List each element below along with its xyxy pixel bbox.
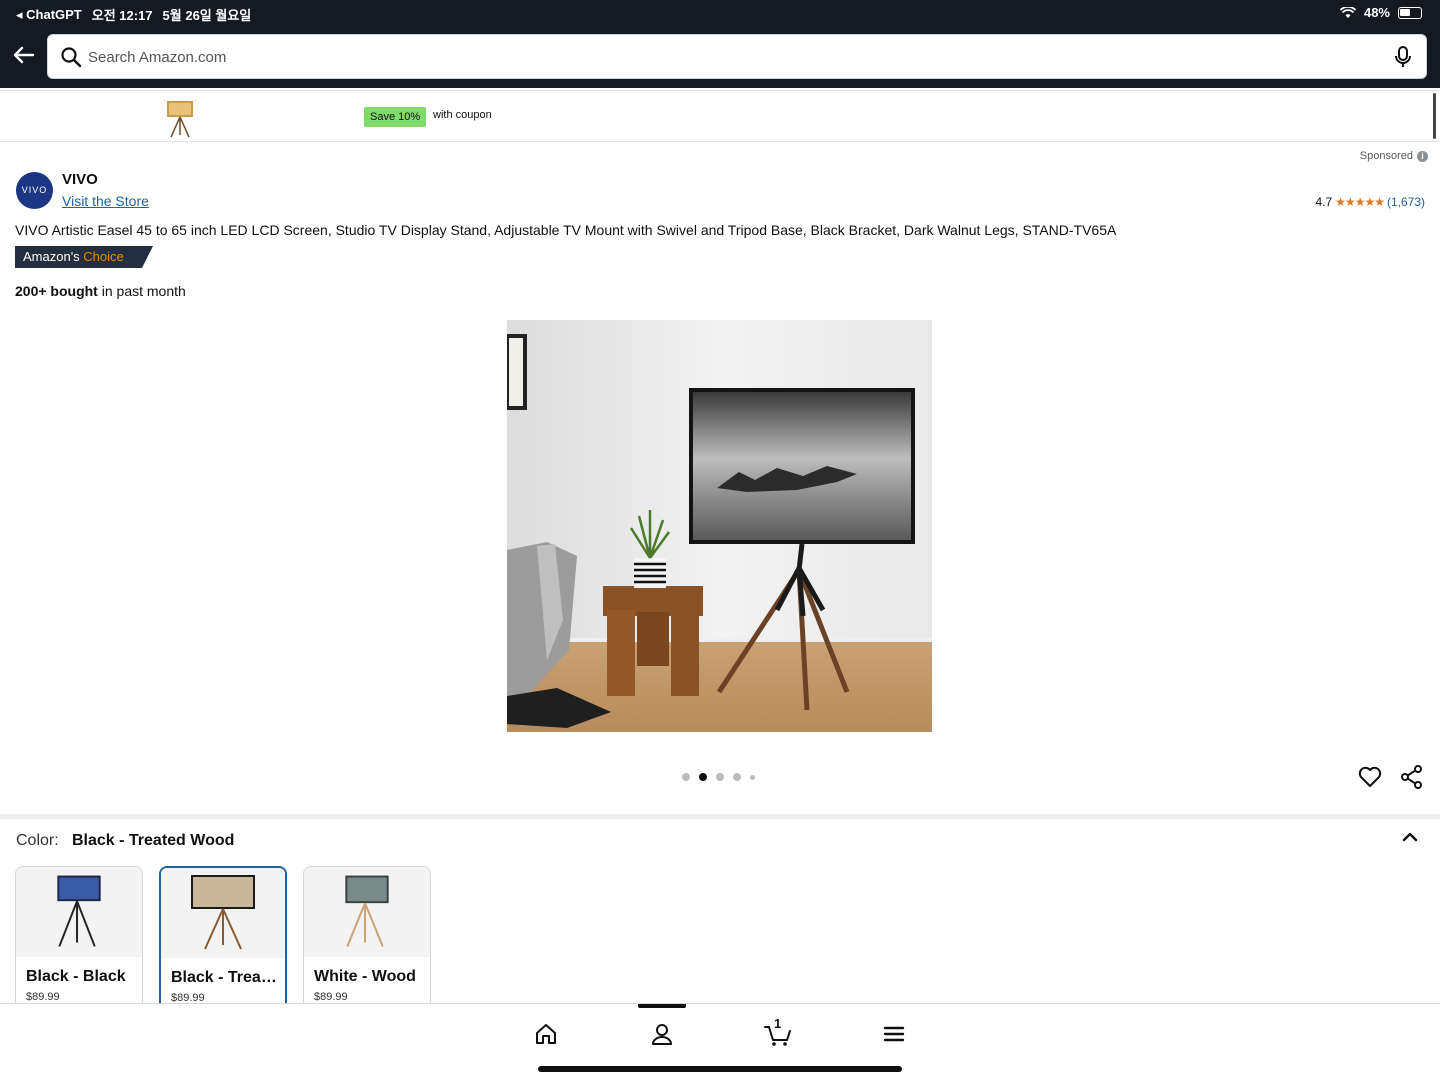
brand-name: VIVO	[62, 171, 98, 188]
search-icon	[61, 47, 82, 68]
swatch-label: Black - Treated Wood	[171, 969, 281, 986]
coupon-text: with coupon	[433, 109, 492, 121]
bought-rest: in past month	[97, 283, 186, 299]
carousel-dot[interactable]	[682, 773, 690, 781]
swatch-price: $89.99	[314, 991, 348, 1003]
rating-count-link[interactable]: (1,673)	[1387, 195, 1425, 209]
top-bar: ◂ ChatGPT 오전 12:17 5월 26일 월요일 48%	[0, 0, 1440, 88]
status-date: 5월 26일 월요일	[162, 8, 252, 23]
choice-accent: Choice	[83, 249, 124, 264]
choice-prefix: Amazon's	[23, 249, 80, 264]
back-to-app-link[interactable]: ◂ ChatGPT	[16, 7, 82, 23]
sponsored-text: Sponsored	[1359, 150, 1413, 162]
battery-percent: 48%	[1363, 5, 1390, 20]
swatch-thumbnail	[16, 867, 142, 957]
swatch-price: $89.99	[26, 991, 60, 1003]
sponsored-coupon-banner[interactable]: Save 10% with coupon	[0, 90, 1440, 142]
carousel-dots[interactable]	[682, 773, 755, 781]
sponsored-label[interactable]: Sponsored i	[1360, 150, 1428, 162]
rating-summary[interactable]: 4.7 ★★★★★ (1,673)	[1315, 195, 1425, 209]
carousel-dot-active[interactable]	[699, 773, 707, 781]
swatch-label: White - Wood	[314, 968, 416, 985]
color-label: Color:	[16, 832, 59, 849]
status-bar: ◂ ChatGPT 오전 12:17 5월 26일 월요일 48%	[0, 0, 1440, 26]
bought-count: 200+ bought	[15, 283, 98, 299]
product-photo	[507, 320, 932, 732]
search-bar[interactable]	[47, 34, 1427, 79]
search-input[interactable]	[86, 43, 1366, 71]
info-icon[interactable]: i	[1417, 150, 1428, 162]
bottom-navigation: 1	[0, 1003, 1440, 1080]
home-indicator[interactable]	[538, 1066, 902, 1072]
swatch-thumbnail	[304, 867, 430, 957]
product-image[interactable]	[507, 320, 932, 732]
menu-icon[interactable]	[881, 1021, 907, 1047]
amazons-choice-badge: Amazon's Choice	[15, 246, 153, 268]
account-icon[interactable]	[649, 1021, 675, 1047]
microphone-icon[interactable]	[1392, 45, 1414, 69]
color-swatch-black-black[interactable]: Black - Black $89.99	[15, 866, 143, 1016]
scrollbar[interactable]	[1433, 93, 1436, 139]
home-icon[interactable]	[533, 1021, 559, 1047]
coupon-badge: Save 10%	[364, 107, 427, 127]
battery-icon	[1398, 6, 1422, 19]
coupon-product-thumbnail	[167, 101, 193, 138]
swatch-label: Black - Black	[26, 968, 126, 985]
cart-count: 1	[774, 1016, 782, 1031]
active-tab-indicator	[638, 1004, 686, 1008]
back-arrow-icon[interactable]	[10, 42, 38, 70]
status-time: 오전 12:17	[91, 8, 153, 23]
color-swatch-white-wood[interactable]: White - Wood $89.99	[303, 866, 431, 1016]
brand-logo[interactable]: VIVO	[16, 172, 53, 209]
visit-store-link[interactable]: Visit the Store	[62, 193, 149, 209]
color-value: Black - Treated Wood	[72, 832, 235, 849]
color-swatches: Black - Black $89.99 Black - Treated Woo…	[15, 866, 431, 1016]
section-divider	[0, 814, 1440, 819]
wifi-icon	[1339, 6, 1356, 18]
heart-icon[interactable]	[1357, 764, 1383, 790]
rating-value: 4.7	[1315, 195, 1333, 209]
star-rating-icon: ★★★★★	[1335, 195, 1385, 209]
carousel-dot[interactable]	[716, 773, 724, 781]
chevron-up-icon[interactable]	[1398, 826, 1422, 848]
carousel-dot[interactable]	[733, 773, 741, 781]
product-title: VIVO Artistic Easel 45 to 65 inch LED LC…	[15, 222, 1117, 238]
share-icon[interactable]	[1399, 764, 1425, 790]
swatch-thumbnail	[161, 868, 285, 958]
carousel-dot[interactable]	[750, 774, 755, 780]
color-swatch-black-treated-wood[interactable]: Black - Treated Wood $89.99	[159, 866, 287, 1016]
bought-in-past-month: 200+ bought in past month	[15, 283, 186, 299]
